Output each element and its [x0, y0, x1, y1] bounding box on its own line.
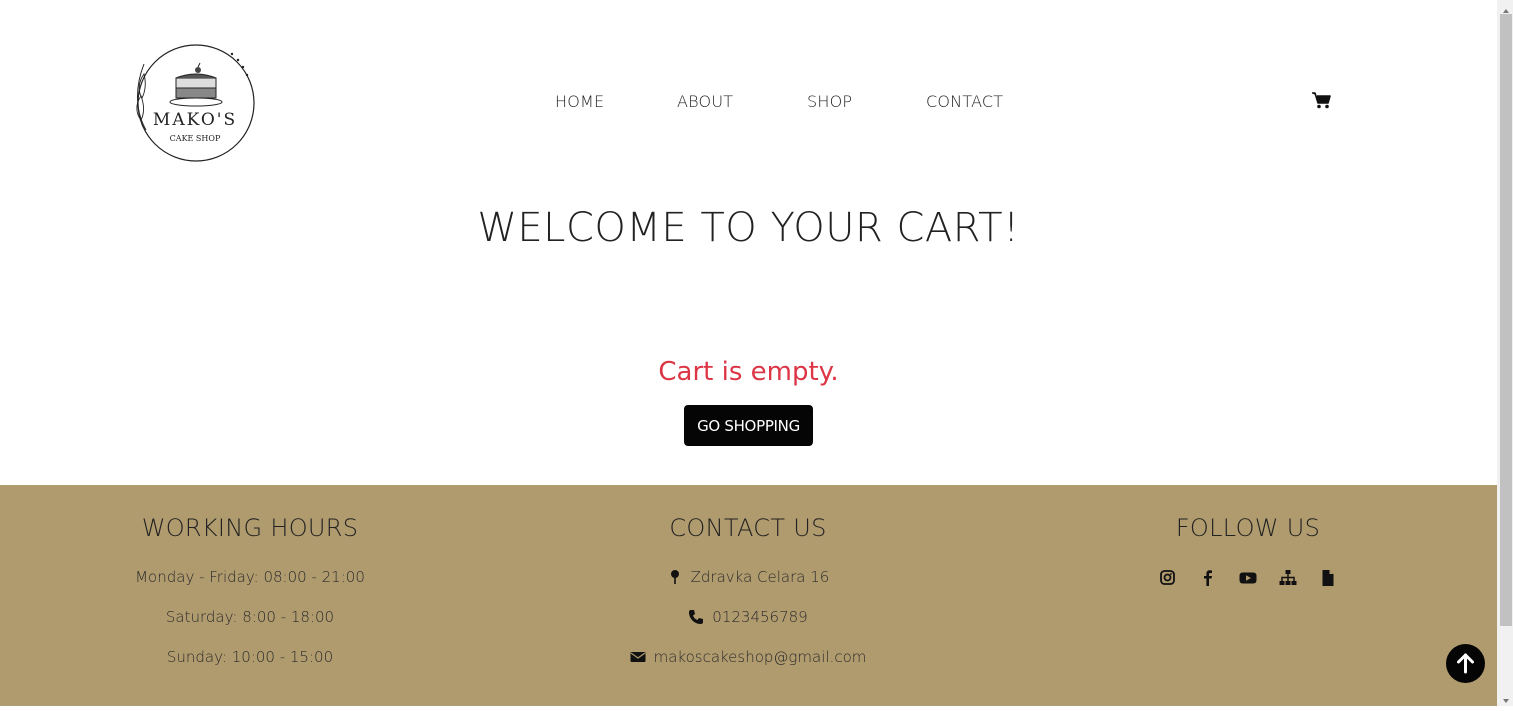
document-icon[interactable]	[1318, 569, 1338, 587]
address-text: Zdravka Celara 16	[690, 568, 830, 586]
hours-saturday: Saturday: 8:00 - 18:00	[165, 608, 335, 626]
nav-shop[interactable]: SHOP	[807, 92, 852, 111]
footer: WORKING HOURS Monday - Friday: 08:00 - 2…	[0, 485, 1497, 706]
shopping-cart-icon[interactable]	[1312, 92, 1331, 109]
hours-sunday: Sunday: 10:00 - 15:00	[166, 648, 334, 666]
follow-title: FOLLOW US	[1175, 514, 1321, 542]
page: MAKO'S CAKE SHOP HOME ABOUT SHOP CONTACT…	[0, 0, 1497, 706]
hours-weekday: Monday - Friday: 08:00 - 21:00	[135, 568, 365, 586]
working-hours-title: WORKING HOURS	[141, 514, 359, 542]
arrow-up-icon	[1457, 653, 1474, 674]
page-title: WELCOME TO YOUR CART!	[477, 205, 1020, 251]
facebook-icon[interactable]	[1198, 569, 1218, 587]
address-line: Zdravka Celara 16	[498, 568, 998, 586]
logo-tagline: CAKE SHOP	[169, 134, 221, 143]
nav-about[interactable]: ABOUT	[677, 92, 733, 111]
email-text[interactable]: makoscakeshop@gmail.com	[654, 648, 867, 666]
cart-empty-message: Cart is empty.	[658, 357, 839, 387]
phone-text: 0123456789	[712, 608, 808, 626]
sitemap-icon[interactable]	[1278, 569, 1298, 587]
scroll-up-arrow-icon[interactable]	[1500, 2, 1512, 14]
map-pin-icon	[667, 569, 683, 585]
nav-home[interactable]: HOME	[555, 92, 604, 111]
main-nav: HOME ABOUT SHOP CONTACT	[0, 92, 1497, 112]
scrollbar-thumb[interactable]	[1500, 14, 1512, 626]
phone-line: 0123456789	[498, 608, 998, 626]
scroll-down-arrow-icon[interactable]	[1500, 692, 1512, 704]
contact-title: CONTACT US	[669, 514, 827, 542]
nav-contact[interactable]: CONTACT	[926, 92, 1003, 111]
go-shopping-button[interactable]: GO SHOPPING	[684, 405, 813, 446]
email-line: makoscakeshop@gmail.com	[498, 648, 998, 666]
social-icons	[998, 569, 1497, 587]
back-to-top-button[interactable]	[1446, 644, 1485, 683]
envelope-icon	[630, 649, 646, 665]
phone-icon	[688, 609, 704, 625]
instagram-icon[interactable]	[1158, 569, 1178, 587]
logo-text: MAKO'S	[152, 110, 238, 130]
youtube-icon[interactable]	[1238, 569, 1258, 587]
